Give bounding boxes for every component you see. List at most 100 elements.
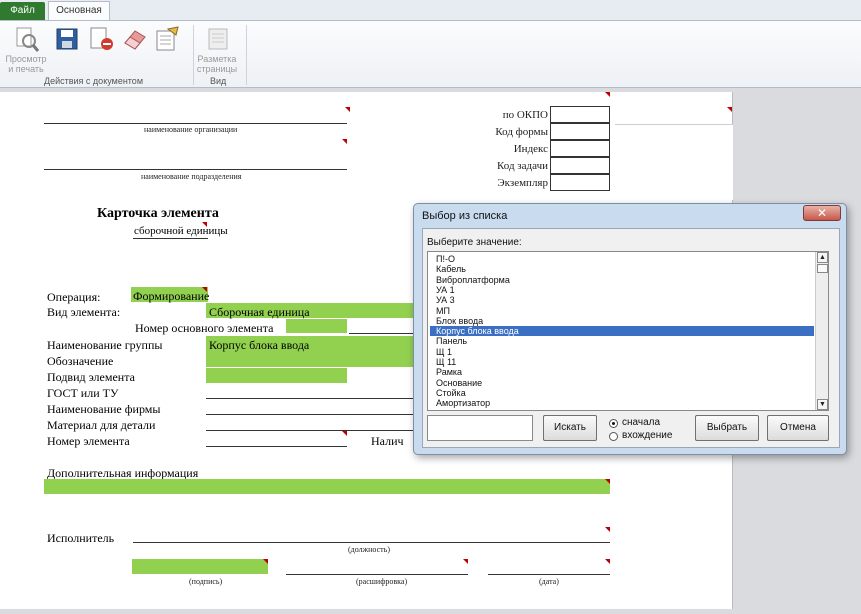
organization-line[interactable] bbox=[44, 123, 347, 124]
list-scrollbar[interactable]: ▲ ▼ bbox=[815, 252, 828, 410]
comment-marker bbox=[605, 479, 610, 484]
search-input[interactable] bbox=[427, 415, 533, 441]
select-from-list-dialog: Выбор из списка ✕ Выберите значение: ▲ ▼… bbox=[413, 203, 847, 455]
comment-marker bbox=[727, 107, 732, 112]
comment-marker bbox=[605, 92, 610, 97]
dialog-body: Выберите значение: ▲ ▼ П!-О Кабель Вибропл… bbox=[422, 228, 840, 448]
page-layout-icon[interactable] bbox=[204, 25, 232, 53]
main-element-number-field[interactable] bbox=[286, 319, 347, 333]
gost-label: ГОСТ или ТУ bbox=[47, 386, 119, 400]
designation-field[interactable] bbox=[206, 352, 413, 367]
position-caption: (должность) bbox=[348, 545, 390, 554]
group-view: Вид bbox=[210, 76, 227, 86]
radio-start[interactable] bbox=[609, 419, 618, 428]
list-item[interactable]: Стойка bbox=[436, 388, 466, 398]
print-preview-icon[interactable] bbox=[12, 25, 40, 53]
department-line[interactable] bbox=[44, 169, 347, 170]
choose-button[interactable]: Выбрать bbox=[695, 415, 759, 441]
edit-document-icon[interactable] bbox=[154, 25, 182, 53]
operation-value: Формирование bbox=[133, 289, 210, 303]
save-icon[interactable] bbox=[55, 25, 83, 53]
decoding-line[interactable] bbox=[286, 574, 468, 575]
list-item[interactable]: УА 1 bbox=[436, 285, 455, 295]
list-item[interactable]: Рамка bbox=[436, 367, 462, 377]
gost-line[interactable] bbox=[206, 398, 413, 399]
group-name-value: Корпус блока ввода bbox=[209, 338, 310, 352]
position-line[interactable] bbox=[133, 542, 610, 543]
main-element-number-label: Номер основного элемента bbox=[135, 321, 274, 335]
list-item[interactable]: Виброплатформа bbox=[436, 275, 510, 285]
page-layout-button-label[interactable]: Разметка страницы bbox=[192, 54, 242, 74]
signature-caption: (подпись) bbox=[189, 577, 223, 586]
element-type-value: Сборочная единица bbox=[209, 305, 310, 319]
element-number-label: Номер элемента bbox=[47, 434, 130, 448]
main-element-extra-line bbox=[349, 333, 413, 334]
card-subtitle: сборочной единицы bbox=[134, 225, 228, 237]
organization-caption: наименование организации bbox=[144, 125, 238, 134]
values-listbox[interactable]: ▲ ▼ П!-О Кабель Виброплатформа УА 1 УА 3 МП Бл… bbox=[427, 251, 829, 411]
eraser-icon[interactable] bbox=[121, 25, 149, 53]
element-number-line[interactable] bbox=[206, 446, 347, 447]
cancel-button[interactable]: Отмена bbox=[767, 415, 829, 441]
list-item-selected[interactable]: Корпус блока ввода bbox=[430, 326, 814, 337]
element-type-label: Вид элемента: bbox=[47, 305, 121, 319]
date-caption: (дата) bbox=[539, 577, 559, 586]
list-item[interactable]: П!-О bbox=[436, 254, 455, 264]
company-line[interactable] bbox=[206, 414, 413, 415]
tab-file[interactable]: Файл bbox=[0, 2, 45, 20]
executor-label: Исполнитель bbox=[47, 531, 115, 545]
group-name-label: Наименование группы bbox=[47, 338, 163, 352]
list-item[interactable]: Панель bbox=[436, 336, 467, 346]
list-item[interactable]: УА 3 bbox=[436, 295, 455, 305]
task-code-field[interactable] bbox=[550, 157, 610, 174]
material-line[interactable] bbox=[206, 430, 413, 431]
material-label: Материал для детали bbox=[47, 418, 156, 432]
delete-document-icon[interactable] bbox=[88, 25, 116, 53]
card-title: Карточка элемента bbox=[97, 206, 219, 221]
list-item[interactable]: МП bbox=[436, 306, 450, 316]
comment-marker bbox=[605, 559, 610, 564]
radio-contains-label[interactable]: вхождение bbox=[622, 430, 672, 441]
radio-start-label[interactable]: сначала bbox=[622, 417, 660, 428]
list-item[interactable]: Блок ввода bbox=[436, 316, 483, 326]
list-item[interactable]: Амортизатор bbox=[436, 398, 490, 408]
comment-marker bbox=[342, 431, 347, 436]
scroll-down-icon[interactable]: ▼ bbox=[817, 399, 828, 410]
dialog-title: Выбор из списка bbox=[422, 210, 508, 222]
comment-marker bbox=[202, 287, 207, 292]
comment-marker bbox=[345, 107, 350, 112]
company-label: Наименование фирмы bbox=[47, 402, 161, 416]
signature-field[interactable] bbox=[132, 559, 268, 574]
list-item[interactable]: Щ 1 bbox=[436, 347, 452, 357]
dialog-prompt: Выберите значение: bbox=[427, 237, 522, 248]
scroll-up-icon[interactable]: ▲ bbox=[817, 252, 828, 263]
okpo-label: по ОКПО bbox=[502, 109, 548, 121]
department-caption: наименование подразделения bbox=[141, 172, 242, 181]
additional-info-field[interactable] bbox=[44, 479, 610, 494]
form-code-field[interactable] bbox=[550, 123, 610, 140]
ribbon-separator bbox=[246, 25, 247, 85]
subtype-label: Подвид элемента bbox=[47, 370, 135, 384]
copy-label: Экземпляр bbox=[497, 177, 548, 189]
preview-button-label[interactable]: Просмотр и печать bbox=[2, 54, 50, 74]
search-button[interactable]: Искать bbox=[543, 415, 597, 441]
form-code-label: Код формы bbox=[495, 126, 548, 138]
subtitle-underline bbox=[133, 238, 208, 239]
list-item[interactable]: Щ 11 bbox=[436, 357, 456, 367]
subtype-field[interactable] bbox=[206, 368, 347, 383]
okpo-field[interactable] bbox=[550, 106, 610, 123]
scroll-thumb[interactable] bbox=[817, 264, 828, 273]
comment-marker bbox=[342, 139, 347, 144]
radio-contains[interactable] bbox=[609, 432, 618, 441]
date-line[interactable] bbox=[488, 574, 610, 575]
list-item[interactable]: Кабель bbox=[436, 264, 466, 274]
task-code-label: Код задачи bbox=[496, 160, 548, 172]
dialog-close-button[interactable]: ✕ bbox=[803, 205, 841, 221]
tab-home[interactable]: Основная bbox=[48, 1, 110, 21]
list-item[interactable]: Основание bbox=[436, 378, 482, 388]
comment-marker bbox=[605, 527, 610, 532]
index-field[interactable] bbox=[550, 140, 610, 157]
designation-label: Обозначение bbox=[47, 354, 114, 368]
decoding-caption: (расшифровка) bbox=[356, 577, 408, 586]
copy-field[interactable] bbox=[550, 174, 610, 191]
